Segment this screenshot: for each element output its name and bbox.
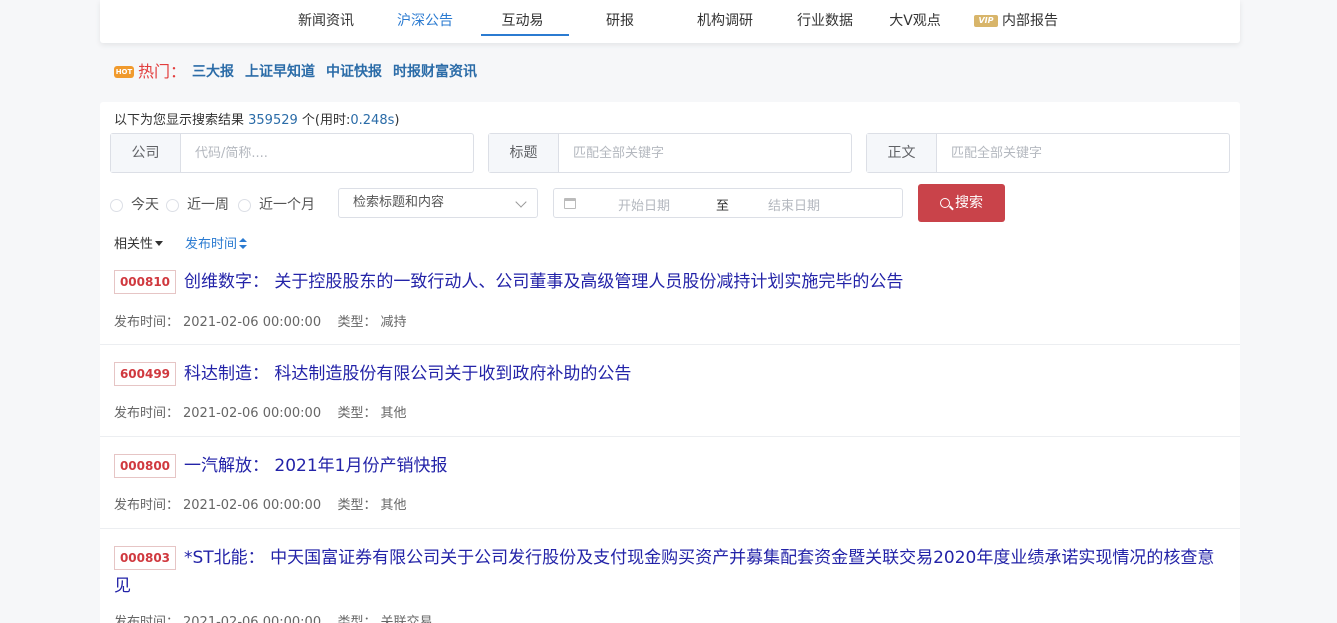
publish-time-value: 2021-02-06 00:00:00 xyxy=(183,406,322,421)
type-label: 类型： xyxy=(337,615,377,623)
publish-time-value: 2021-02-06 00:00:00 xyxy=(183,498,322,513)
tab-news[interactable]: 新闻资讯 xyxy=(286,0,366,36)
type-label: 类型： xyxy=(337,498,377,513)
hot-label: 热门： xyxy=(138,62,187,81)
top-nav: 新闻资讯 沪深公告 互动易 研报 机构调研 行业数据 大V观点 VIP 内部报告 xyxy=(100,0,1240,43)
list-item: 600499 科达制造： 科达制造股份有限公司关于收到政府补助的公告 发布时间：… xyxy=(100,345,1240,437)
result-summary: 以下为您显示搜索结果 359529 个(用时:0.248s) xyxy=(114,109,399,128)
page: 新闻资讯 沪深公告 互动易 研报 机构调研 行业数据 大V观点 VIP 内部报告 … xyxy=(0,0,1337,623)
date-range-separator: 至 xyxy=(716,199,730,214)
range-today-label: 今天 xyxy=(131,197,159,213)
body-input[interactable] xyxy=(937,134,1229,172)
result-prefix: 以下为您显示搜索结果 xyxy=(114,113,249,128)
type-value: 关联交易 xyxy=(380,615,433,623)
announcement-title-link[interactable]: 科达制造： 科达制造股份有限公司关于收到政府补助的公告 xyxy=(184,360,1220,388)
result-middle: 个(用时: xyxy=(297,113,351,128)
chevron-down-icon xyxy=(515,196,527,208)
sort-relevance[interactable]: 相关性 xyxy=(114,233,164,252)
stock-code-badge[interactable]: 000810 xyxy=(114,270,176,294)
tab-research[interactable]: 研报 xyxy=(590,0,650,36)
title-input[interactable] xyxy=(559,134,851,172)
sort-updown-icon xyxy=(239,238,248,249)
vip-icon: VIP xyxy=(974,15,998,27)
hot-link-zhongzheng[interactable]: 中证快报 xyxy=(326,64,382,80)
caret-down-icon xyxy=(155,241,164,246)
announcement-title-link[interactable]: *ST北能： 中天国富证券有限公司关于公司发行股份及支付现金购买资产并募集配套资… xyxy=(114,544,1220,600)
publish-time-label: 发布时间： xyxy=(114,406,180,421)
list-item: 000810 创维数字： 关于控股股东的一致行动人、公司董事及高级管理人员股份减… xyxy=(100,256,1240,345)
sort-relevance-label: 相关性 xyxy=(114,237,154,252)
item-meta: 发布时间： 2021-02-06 00:00:00 类型： 关联交易 xyxy=(114,611,437,623)
date-range-picker[interactable]: 开始日期 至 结束日期 xyxy=(553,188,903,218)
result-count: 359529 xyxy=(248,113,298,128)
range-week-radio[interactable]: 近一周 xyxy=(166,195,229,215)
company-input[interactable] xyxy=(181,134,473,172)
radio-circle-icon xyxy=(166,198,179,212)
type-value: 减持 xyxy=(380,315,407,330)
stock-code-badge[interactable]: 000800 xyxy=(114,454,176,478)
tab-internal-reports[interactable]: VIP 内部报告 xyxy=(966,0,1066,36)
tab-bigv-views[interactable]: 大V观点 xyxy=(880,0,950,36)
publish-time-label: 发布时间： xyxy=(114,498,180,513)
radio-circle-icon xyxy=(238,198,251,212)
range-week-label: 近一周 xyxy=(187,197,229,213)
type-label: 类型： xyxy=(337,315,377,330)
hot-link-shibao[interactable]: 时报财富资讯 xyxy=(393,64,477,80)
company-label: 公司 xyxy=(111,134,181,172)
title-field: 标题 xyxy=(488,133,852,173)
type-label: 类型： xyxy=(337,406,377,421)
type-value: 其他 xyxy=(380,498,407,513)
date-start-input[interactable]: 开始日期 xyxy=(618,195,670,214)
announcement-title-link[interactable]: 一汽解放： 2021年1月份产销快报 xyxy=(184,452,1220,480)
tab-interaction[interactable]: 互动易 xyxy=(485,0,560,36)
search-scope-value: 检索标题和内容 xyxy=(353,195,445,210)
item-meta: 发布时间： 2021-02-06 00:00:00 类型： 其他 xyxy=(114,494,411,513)
search-button[interactable]: 搜索 xyxy=(918,184,1005,222)
hot-icon: HOT xyxy=(114,66,134,78)
tab-institution-survey[interactable]: 机构调研 xyxy=(680,0,770,36)
range-month-label: 近一个月 xyxy=(259,197,315,213)
hot-link-shangzheng[interactable]: 上证早知道 xyxy=(245,64,315,80)
result-time: 0.248s xyxy=(350,113,395,128)
announcement-title-link[interactable]: 创维数字： 关于控股股东的一致行动人、公司董事及高级管理人员股份减持计划实施完毕… xyxy=(184,268,1220,296)
item-meta: 发布时间： 2021-02-06 00:00:00 类型： 减持 xyxy=(114,311,411,330)
publish-time-value: 2021-02-06 00:00:00 xyxy=(183,315,322,330)
search-scope-select[interactable]: 检索标题和内容 xyxy=(338,188,538,218)
hot-link-sandabao[interactable]: 三大报 xyxy=(192,64,234,80)
active-tab-indicator xyxy=(481,34,569,36)
tab-industry-data[interactable]: 行业数据 xyxy=(780,0,870,36)
company-field: 公司 xyxy=(110,133,474,173)
body-label: 正文 xyxy=(867,134,937,172)
title-label: 标题 xyxy=(489,134,559,172)
list-item: 000803 *ST北能： 中天国富证券有限公司关于公司发行股份及支付现金购买资… xyxy=(100,529,1240,623)
search-results-card: 以下为您显示搜索结果 359529 个(用时:0.248s) 公司 标题 正文 … xyxy=(100,102,1240,623)
calendar-icon xyxy=(564,198,576,209)
search-icon xyxy=(940,198,950,208)
radio-circle-icon xyxy=(110,198,123,212)
publish-time-label: 发布时间： xyxy=(114,315,180,330)
tab-announcements[interactable]: 沪深公告 xyxy=(381,0,469,36)
item-meta: 发布时间： 2021-02-06 00:00:00 类型： 其他 xyxy=(114,402,411,421)
body-field: 正文 xyxy=(866,133,1230,173)
range-month-radio[interactable]: 近一个月 xyxy=(238,195,315,215)
sort-publish-time-label: 发布时间 xyxy=(185,237,238,252)
list-item: 000800 一汽解放： 2021年1月份产销快报 发布时间： 2021-02-0… xyxy=(100,437,1240,529)
range-today-radio[interactable]: 今天 xyxy=(110,195,159,215)
sort-publish-time[interactable]: 发布时间 xyxy=(185,233,248,252)
tab-internal-reports-label: 内部报告 xyxy=(1002,13,1058,29)
search-button-label: 搜索 xyxy=(955,195,983,211)
type-value: 其他 xyxy=(380,406,407,421)
result-suffix: ) xyxy=(394,113,400,128)
date-end-input[interactable]: 结束日期 xyxy=(768,195,820,214)
publish-time-label: 发布时间： xyxy=(114,615,180,623)
publish-time-value: 2021-02-06 00:00:00 xyxy=(183,615,322,623)
stock-code-badge[interactable]: 600499 xyxy=(114,362,176,386)
hot-links-row: HOT 热门： 三大报 上证早知道 中证快报 时报财富资讯 xyxy=(114,60,488,84)
